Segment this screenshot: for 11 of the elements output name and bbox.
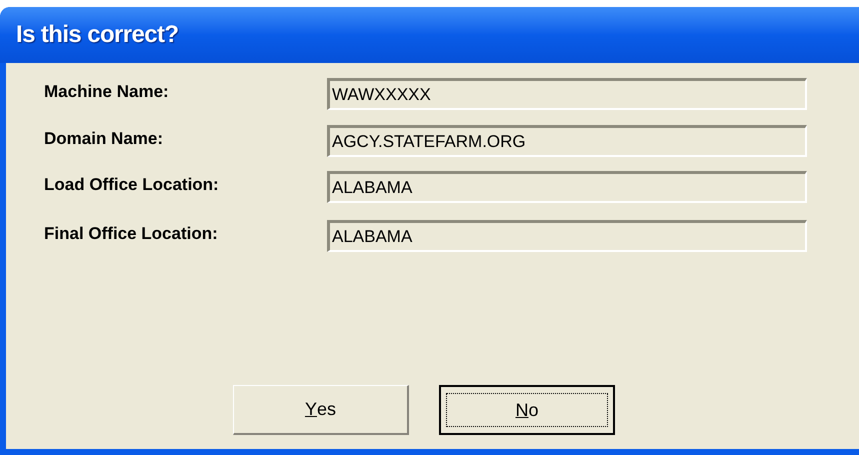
field-label: Load Office Location:: [44, 174, 220, 196]
field-label: Final Office Location:: [44, 223, 219, 245]
text-field[interactable]: ALABAMA: [327, 171, 807, 203]
text-field[interactable]: AGCY.STATEFARM.ORG: [327, 125, 807, 157]
field-label: Machine Name:: [44, 81, 170, 103]
dialog-button[interactable]: No: [439, 385, 615, 435]
text-field[interactable]: ALABAMA: [327, 220, 807, 252]
text-field[interactable]: WAWXXXXX: [327, 78, 807, 110]
field-label: Domain Name:: [44, 128, 164, 150]
dialog-button[interactable]: Yes: [233, 385, 409, 435]
window-title: Is this correct?: [16, 20, 178, 50]
